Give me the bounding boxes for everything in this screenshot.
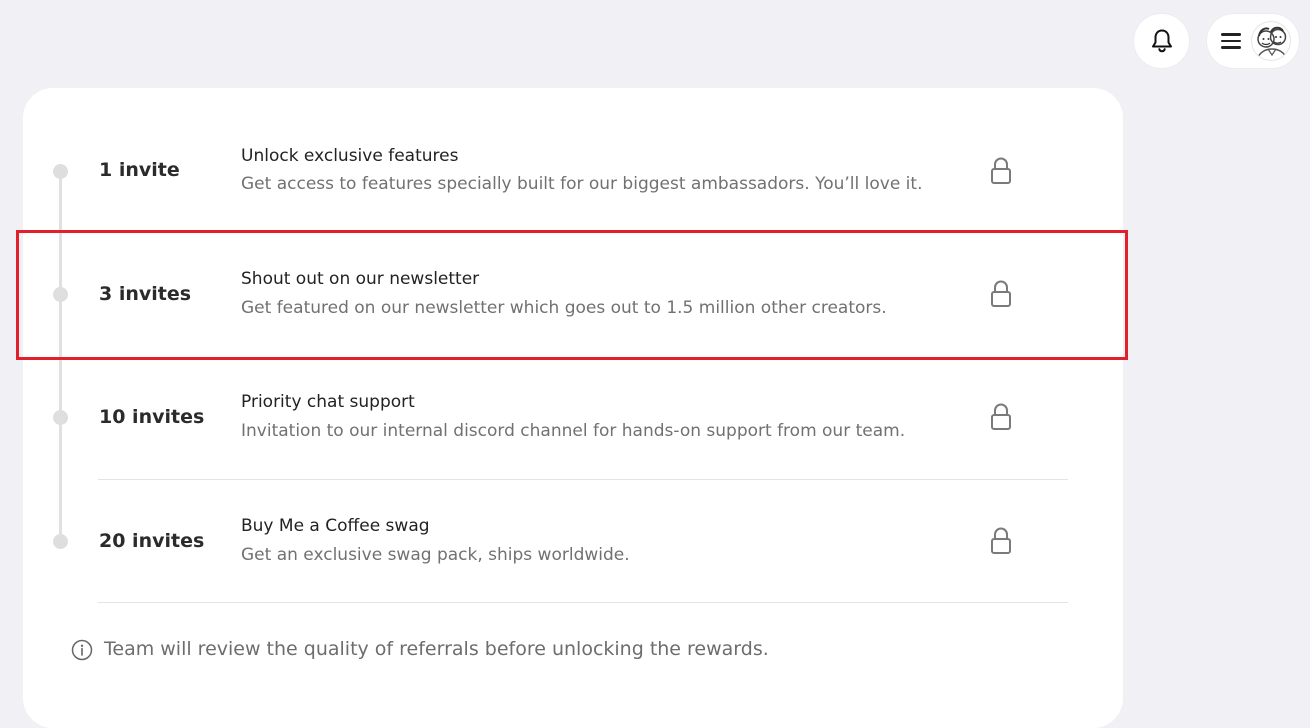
- tier-invite-count: 1 invite: [99, 159, 180, 181]
- tier-description: Invitation to our internal discord chann…: [241, 421, 906, 441]
- lock-icon: [991, 280, 1011, 307]
- timeline-dot: [53, 287, 68, 302]
- tier-title: Buy Me a Coffee swag: [241, 516, 430, 536]
- tier-title: Unlock exclusive features: [241, 146, 459, 166]
- bell-icon: [1151, 29, 1172, 53]
- account-menu-button[interactable]: [1207, 14, 1299, 68]
- tier-description: Get an exclusive swag pack, ships worldw…: [241, 545, 630, 565]
- info-icon: [71, 639, 93, 661]
- notifications-button[interactable]: [1134, 14, 1189, 68]
- avatar: [1251, 21, 1291, 61]
- lock-icon: [991, 527, 1011, 554]
- row-divider: [98, 602, 1068, 603]
- tier-title: Priority chat support: [241, 392, 415, 412]
- tier-invite-count: 20 invites: [99, 530, 205, 552]
- timeline-line: [59, 171, 62, 541]
- timeline-dot: [53, 534, 68, 549]
- tier-title: Shout out on our newsletter: [241, 269, 480, 289]
- lock-icon: [991, 403, 1011, 430]
- timeline-dot: [53, 410, 68, 425]
- row-divider: [98, 479, 1068, 480]
- review-note: Team will review the quality of referral…: [104, 638, 769, 660]
- timeline-dot: [53, 164, 68, 179]
- lock-icon: [991, 157, 1011, 184]
- tier-description: Get access to features specially built f…: [241, 174, 923, 194]
- tier-invite-count: 10 invites: [99, 406, 205, 428]
- hamburger-menu-icon: [1221, 33, 1241, 49]
- tier-invite-count: 3 invites: [99, 283, 192, 305]
- tier-description: Get featured on our newsletter which goe…: [241, 298, 887, 318]
